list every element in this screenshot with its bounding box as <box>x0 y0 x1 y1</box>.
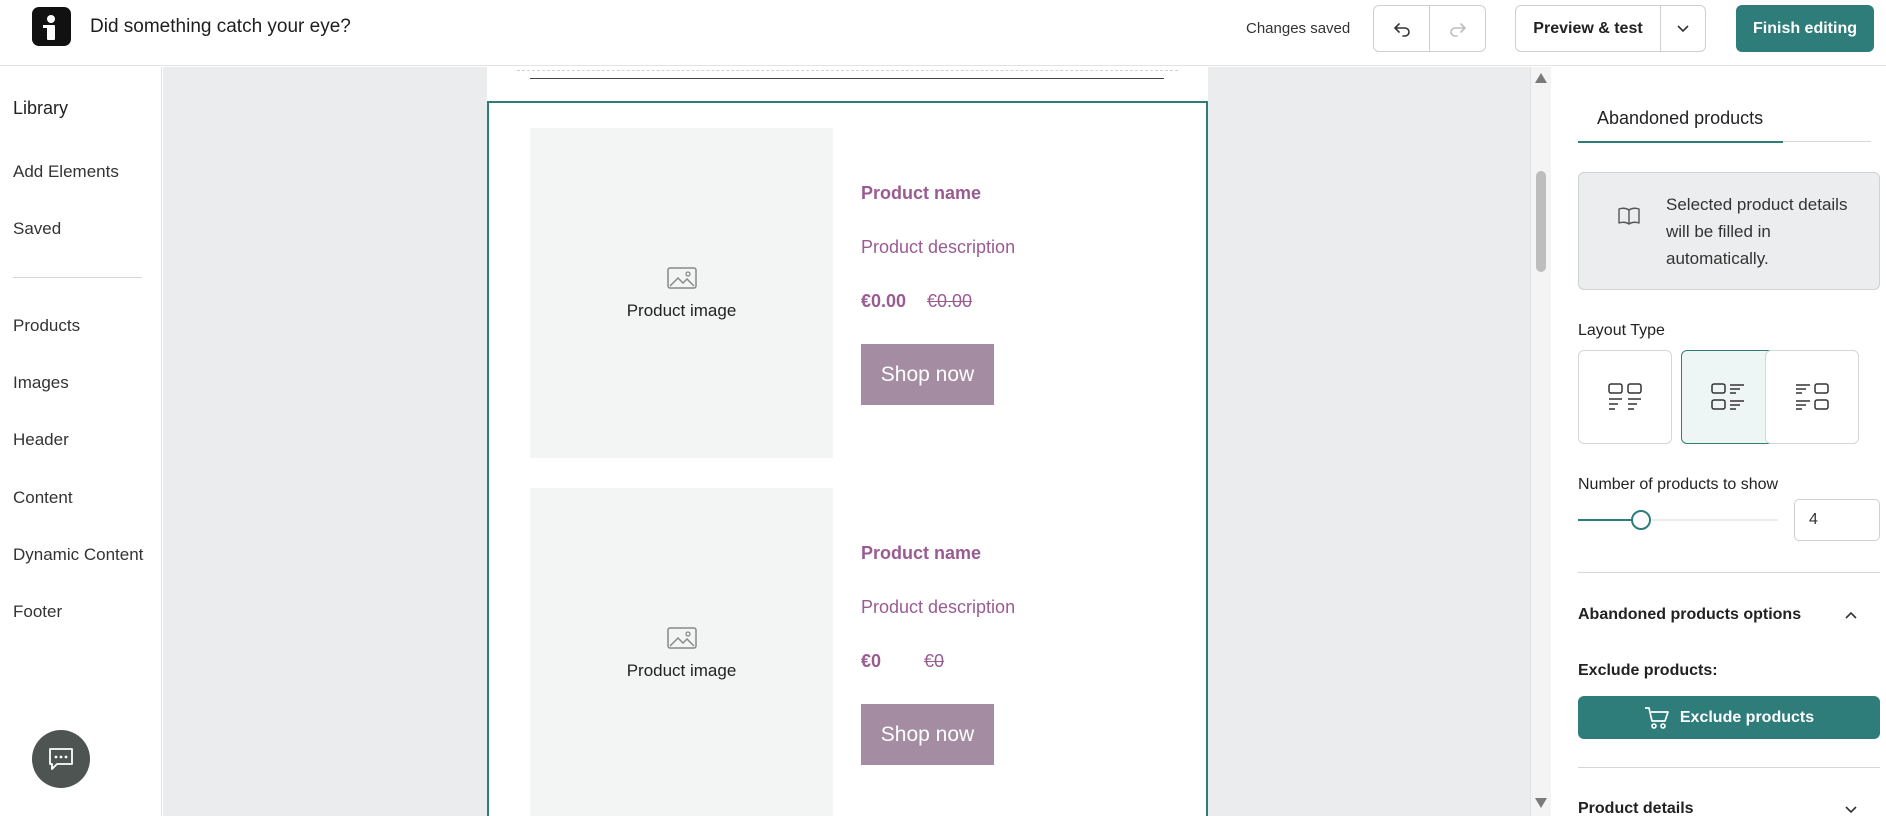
preview-test-button[interactable]: Preview & test <box>1516 6 1660 51</box>
sidebar-item-dynamic-content[interactable]: Dynamic Content <box>13 545 143 565</box>
product-price[interactable]: €0.00 <box>861 291 906 312</box>
product-image-label: Product image <box>626 301 737 320</box>
sidebar-item-content[interactable]: Content <box>13 488 73 508</box>
layout-type-label: Layout Type <box>1578 322 1665 339</box>
chevron-down-icon[interactable] <box>1845 806 1857 814</box>
scroll-down-arrow-icon[interactable] <box>1535 798 1547 808</box>
product-description[interactable]: Product description <box>861 597 1015 618</box>
redo-icon <box>1449 22 1466 37</box>
campaign-title[interactable]: Did something catch your eye? <box>90 16 351 38</box>
app-logo-icon[interactable] <box>32 7 71 46</box>
image-icon <box>667 267 697 289</box>
sidebar-item-footer[interactable]: Footer <box>13 602 62 622</box>
tab-abandoned-products[interactable]: Abandoned products <box>1578 108 1783 143</box>
sidebar-item-add-elements[interactable]: Add Elements <box>13 162 119 182</box>
exclude-products-button-label: Exclude products <box>1679 708 1815 726</box>
product-name[interactable]: Product name <box>861 543 981 564</box>
layout-option-list[interactable] <box>1681 350 1775 444</box>
chevron-up-icon[interactable] <box>1845 611 1857 619</box>
scroll-up-arrow-icon[interactable] <box>1535 73 1547 83</box>
undo-redo-group <box>1373 5 1486 52</box>
section-divider <box>1578 572 1880 573</box>
cart-icon <box>1644 706 1669 729</box>
preview-group: Preview & test <box>1515 5 1706 52</box>
library-heading: Library <box>13 98 69 118</box>
tab-underline <box>1783 141 1871 142</box>
info-box: Selected product details will be filled … <box>1578 172 1880 290</box>
product-details-header[interactable]: Product details <box>1578 800 1694 816</box>
product-item[interactable]: Product image Product name Product descr… <box>530 128 1170 458</box>
exclude-products-label: Exclude products: <box>1578 662 1718 679</box>
info-text: Selected product details will be filled … <box>1666 195 1848 268</box>
layout-grid-icon <box>1608 383 1642 410</box>
image-icon <box>667 627 697 649</box>
top-bar: Did something catch your eye? Changes sa… <box>0 0 1886 66</box>
abandoned-options-header[interactable]: Abandoned products options <box>1578 606 1801 624</box>
product-count-input[interactable] <box>1794 499 1880 541</box>
section-outline <box>517 70 1178 71</box>
panel-scrollbar[interactable] <box>1530 67 1551 816</box>
shop-now-button[interactable]: Shop now <box>861 344 994 405</box>
product-item[interactable]: Product image Product name Product descr… <box>530 488 1170 816</box>
product-price[interactable]: €0 <box>861 651 881 672</box>
chat-button[interactable] <box>32 730 90 788</box>
save-status: Changes saved <box>1246 20 1351 37</box>
undo-icon <box>1393 22 1410 37</box>
abandoned-products-block[interactable]: Product image Product name Product descr… <box>487 101 1208 816</box>
sidebar-item-saved[interactable]: Saved <box>13 219 61 239</box>
library-sidebar: Library Add Elements Saved Products Imag… <box>0 67 162 816</box>
chevron-down-icon <box>1677 24 1689 32</box>
chat-icon <box>49 748 73 770</box>
layout-list-icon <box>1711 383 1744 410</box>
preview-dropdown-button[interactable] <box>1660 6 1705 51</box>
layout-option-alternate[interactable] <box>1765 350 1859 444</box>
product-image-placeholder[interactable]: Product image <box>530 128 833 458</box>
undo-button[interactable] <box>1374 6 1429 51</box>
product-image-placeholder[interactable]: Product image <box>530 488 833 816</box>
layout-option-grid[interactable] <box>1578 350 1672 444</box>
product-description[interactable]: Product description <box>861 237 1015 258</box>
product-image-label: Product image <box>626 661 737 680</box>
section-divider <box>1578 767 1880 768</box>
divider-line[interactable] <box>530 78 1164 79</box>
editor-canvas: Product image Product name Product descr… <box>163 67 1530 816</box>
layout-alternate-icon <box>1796 383 1829 410</box>
sidebar-item-images[interactable]: Images <box>13 373 69 393</box>
product-count-label: Number of products to show <box>1578 476 1779 493</box>
shop-now-button[interactable]: Shop now <box>861 704 994 765</box>
exclude-products-button[interactable]: Exclude products <box>1578 696 1880 739</box>
product-name[interactable]: Product name <box>861 183 981 204</box>
sidebar-item-header[interactable]: Header <box>13 430 69 450</box>
sidebar-divider <box>13 277 142 278</box>
sidebar-item-products[interactable]: Products <box>13 316 80 336</box>
book-icon <box>1618 207 1640 225</box>
scrollbar-thumb[interactable] <box>1536 171 1546 272</box>
product-old-price[interactable]: €0.00 <box>927 291 972 312</box>
finish-editing-button[interactable]: Finish editing <box>1736 5 1874 52</box>
email-body: Product image Product name Product descr… <box>487 67 1208 816</box>
product-old-price[interactable]: €0 <box>924 651 944 672</box>
redo-button[interactable] <box>1429 6 1485 51</box>
product-count-slider-handle[interactable] <box>1631 510 1651 530</box>
settings-panel: Abandoned products Selected product deta… <box>1552 67 1886 816</box>
